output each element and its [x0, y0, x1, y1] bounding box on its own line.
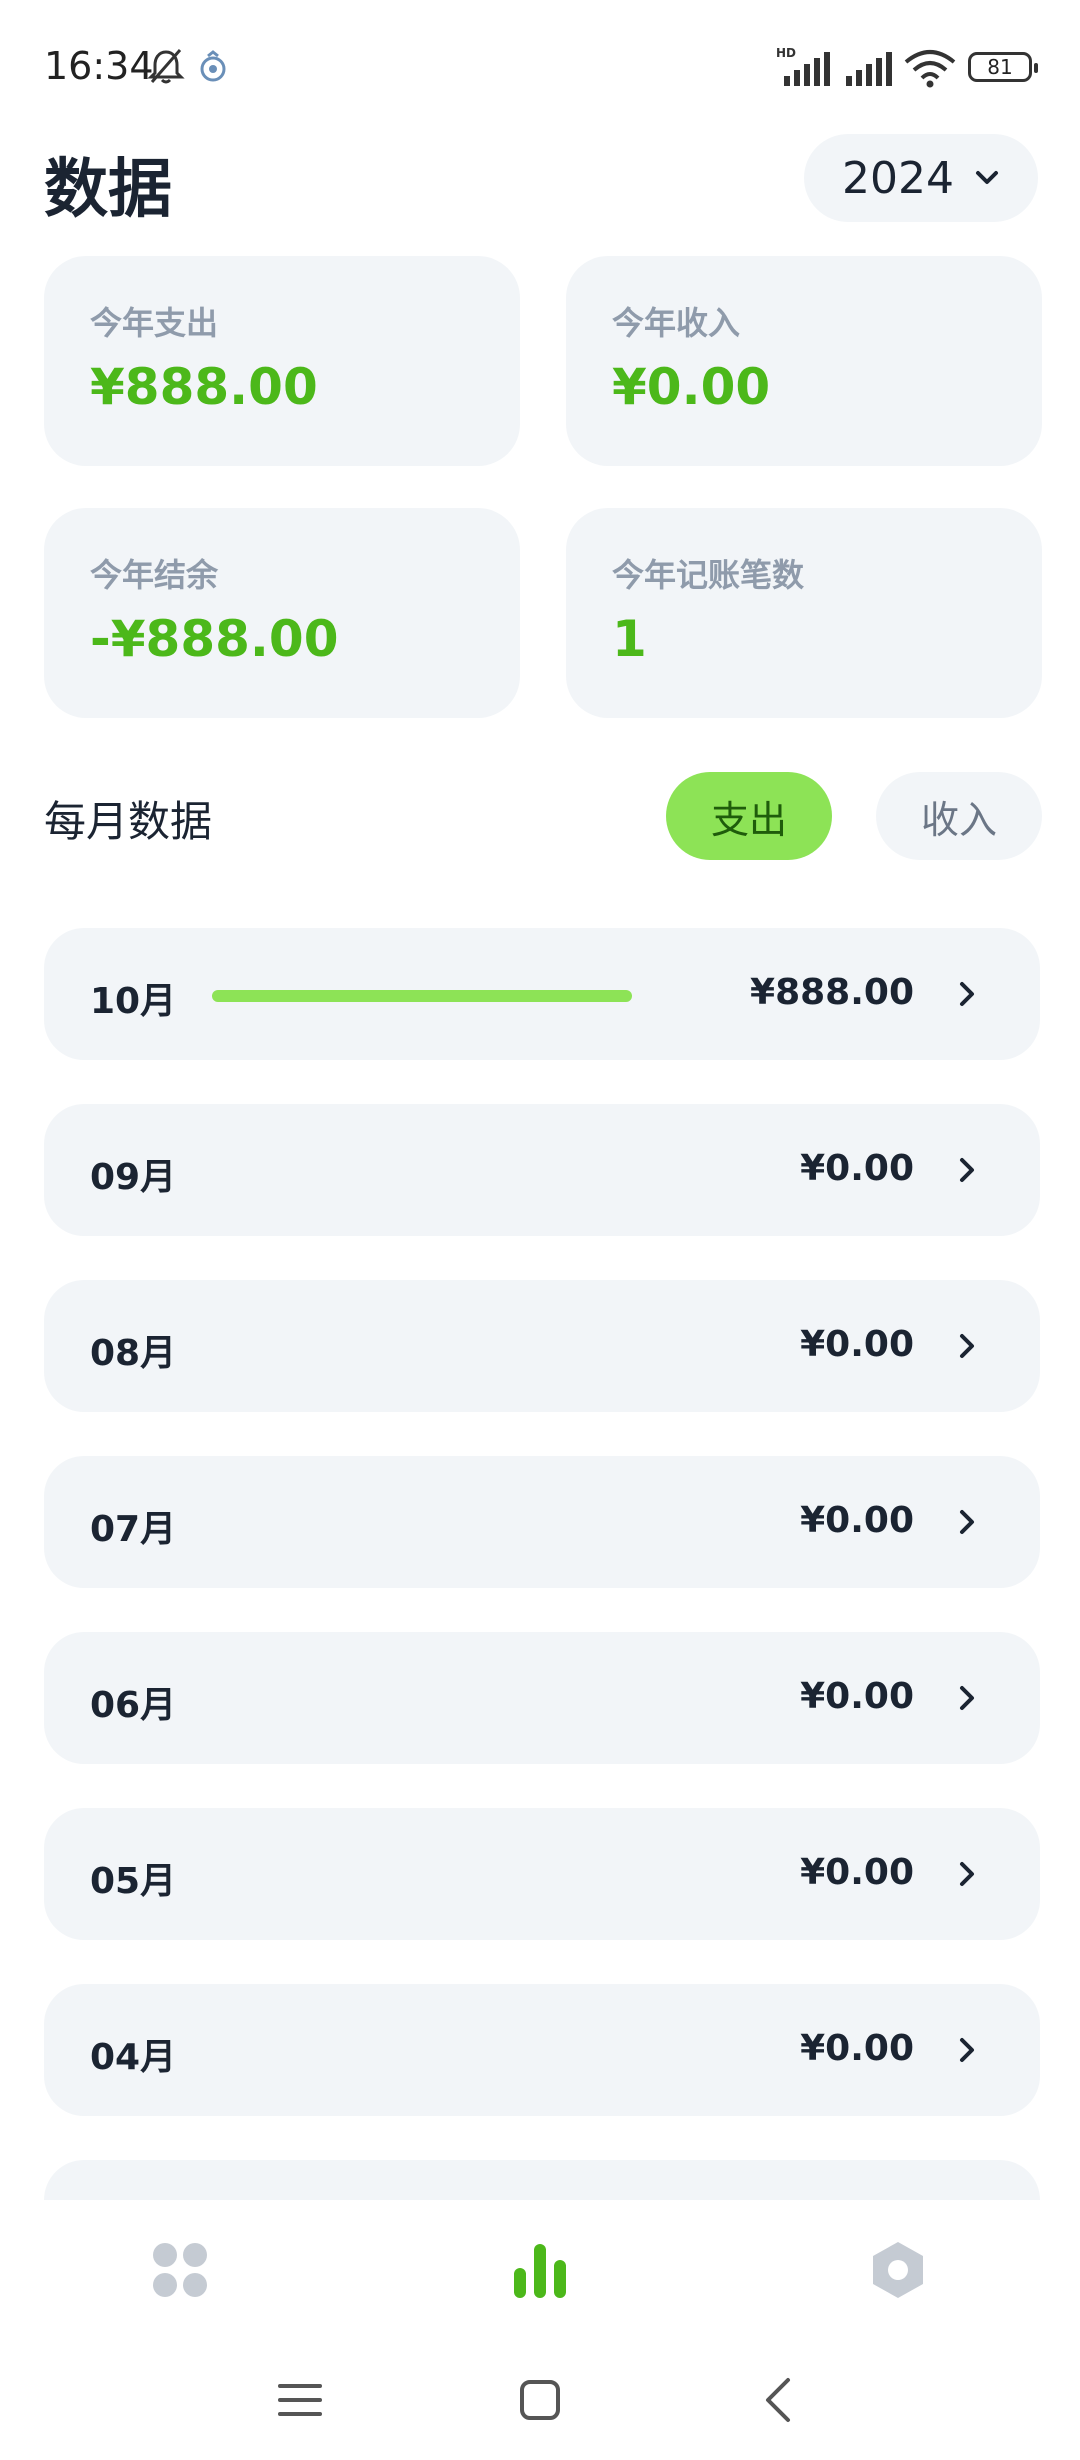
hd-signal-icon: HD	[776, 46, 830, 86]
expense-label: 今年支出	[90, 304, 219, 342]
month-amount: ¥0.00	[800, 1852, 914, 1893]
back-icon[interactable]	[750, 2370, 810, 2430]
month-row[interactable]: 06月 ¥0.00	[44, 1632, 1040, 1764]
status-time: 16:34	[44, 44, 154, 88]
month-row[interactable]: 07月 ¥0.00	[44, 1456, 1040, 1588]
month-label: 05月	[90, 1861, 177, 1902]
month-row[interactable]: 08月 ¥0.00	[44, 1280, 1040, 1412]
year-label: 2024	[842, 152, 954, 204]
month-amount: ¥888.00	[750, 972, 914, 1013]
month-label: 07月	[90, 1509, 177, 1550]
month-amount: ¥0.00	[800, 1324, 914, 1365]
expense-value: ¥888.00	[90, 358, 318, 416]
chevron-right-icon	[960, 1862, 974, 1886]
balance-label: 今年结余	[90, 556, 219, 594]
tab-expense[interactable]: 支出	[666, 772, 832, 860]
tab-bar	[0, 2200, 1080, 2340]
chevron-right-icon	[960, 2038, 974, 2062]
count-card: 今年记账笔数 1	[566, 508, 1042, 718]
income-card: 今年收入 ¥0.00	[566, 256, 1042, 466]
month-list: 10月 ¥888.00 09月 ¥0.00 08月 ¥0.00 07月 ¥0.00 06月 ¥0.…	[44, 928, 1040, 2200]
month-progress-bar	[212, 990, 632, 1002]
status-bar: 16:34 HD 81	[0, 0, 1080, 130]
settings-hexagon-icon[interactable]	[868, 2240, 928, 2300]
month-row[interactable]: 04月 ¥0.00	[44, 1984, 1040, 2116]
expense-card: 今年支出 ¥888.00	[44, 256, 520, 466]
balance-value: -¥888.00	[90, 610, 339, 668]
month-label: 04月	[90, 2037, 177, 2078]
battery-icon: 81	[968, 52, 1038, 82]
month-amount: ¥0.00	[800, 1676, 914, 1717]
month-amount: ¥0.00	[800, 1500, 914, 1541]
month-label: 10月	[90, 981, 177, 1022]
chevron-right-icon	[960, 1686, 974, 1710]
system-navigation	[0, 2340, 1080, 2460]
count-value: 1	[612, 610, 647, 668]
month-label: 08月	[90, 1333, 177, 1374]
grid-icon[interactable]	[150, 2240, 210, 2300]
chevron-right-icon	[960, 1510, 974, 1534]
month-row[interactable]: 05月 ¥0.00	[44, 1808, 1040, 1940]
chevron-right-icon	[960, 1334, 974, 1358]
menu-icon[interactable]	[270, 2370, 330, 2430]
page-title: 数据	[44, 153, 172, 227]
signal-icon	[846, 52, 892, 86]
wifi-icon	[904, 50, 956, 88]
monthly-section-title: 每月数据	[44, 797, 213, 846]
month-amount: ¥0.00	[800, 1148, 914, 1189]
income-label: 今年收入	[612, 304, 741, 342]
month-progress-fill	[212, 990, 632, 1002]
svg-text:HD: HD	[776, 46, 796, 60]
bar-chart-icon[interactable]	[510, 2240, 570, 2300]
bell-off-icon	[147, 49, 185, 84]
chevron-down-icon	[975, 171, 998, 184]
app-notification-icon	[200, 50, 226, 82]
count-label: 今年记账笔数	[612, 556, 805, 594]
tab-income[interactable]: 收入	[876, 772, 1042, 860]
month-label: 06月	[90, 1685, 177, 1726]
income-value: ¥0.00	[612, 358, 771, 416]
chevron-right-icon	[960, 1158, 974, 1182]
month-row[interactable]: 09月 ¥0.00	[44, 1104, 1040, 1236]
year-selector[interactable]: 2024	[804, 134, 1038, 222]
month-row[interactable]: 10月 ¥888.00	[44, 928, 1040, 1060]
month-row-partial[interactable]	[44, 2160, 1040, 2200]
month-amount: ¥0.00	[800, 2028, 914, 2069]
balance-card: 今年结余 -¥888.00	[44, 508, 520, 718]
month-label: 09月	[90, 1157, 177, 1198]
home-icon[interactable]	[510, 2370, 570, 2430]
chevron-right-icon	[960, 982, 974, 1006]
